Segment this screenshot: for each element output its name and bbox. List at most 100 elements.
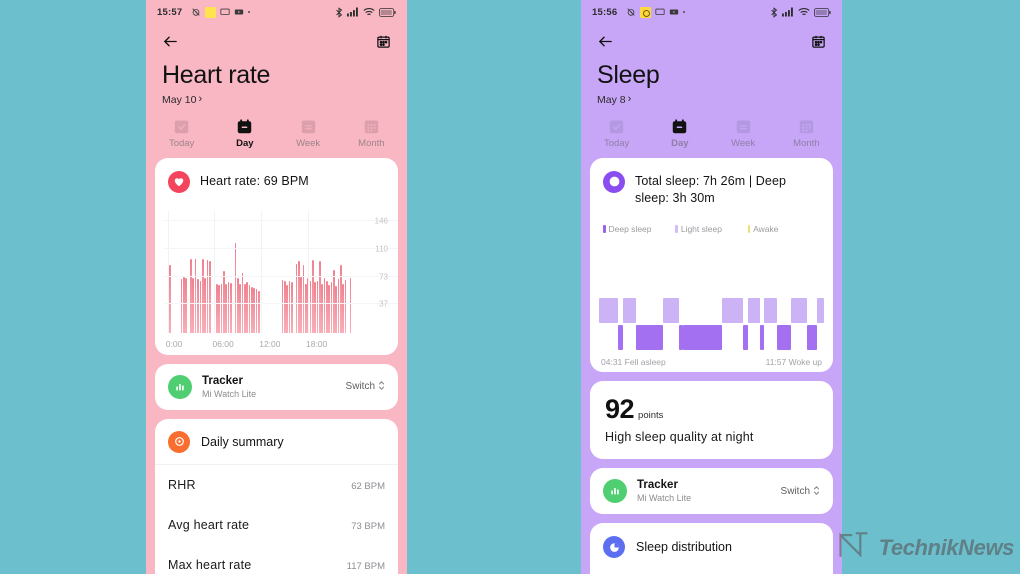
- chart-bar: [290, 282, 293, 333]
- status-time: 15:57: [157, 6, 183, 18]
- chart-bar: [349, 277, 352, 333]
- sleep-segment: [636, 325, 664, 350]
- calendar-month-icon: [363, 118, 380, 135]
- sleep-time-axis: 04:31 Fell asleep 11:57 Woke up: [601, 357, 822, 367]
- bar-chart-icon: [603, 479, 627, 503]
- sleep-distribution-bar-wrap: [590, 569, 833, 574]
- back-arrow-icon[interactable]: [162, 33, 179, 50]
- pie-chart-icon: [603, 536, 625, 558]
- tab-month[interactable]: Month: [340, 118, 403, 149]
- tab-week[interactable]: Week: [712, 118, 775, 149]
- sleep-segment: [791, 298, 808, 323]
- summary-row-label: Max heart rate: [168, 557, 252, 572]
- bar-chart-icon: [168, 374, 192, 399]
- grid-line-horizontal: [164, 275, 398, 277]
- tab-month-label: Month: [358, 137, 385, 149]
- sleep-segment: [807, 325, 818, 350]
- sleep-segment: [721, 298, 743, 323]
- legend-label: Deep sleep: [608, 224, 652, 234]
- fell-asleep-label: 04:31 Fell asleep: [601, 357, 666, 367]
- chart-bar: [286, 285, 288, 333]
- sleep-score-number: 92: [605, 394, 635, 424]
- tab-month[interactable]: Month: [775, 118, 838, 149]
- video-icon: [669, 7, 679, 17]
- tab-day[interactable]: Day: [648, 118, 711, 149]
- sleep-segment: [764, 298, 777, 323]
- sleep-total-text: Total sleep: 7h 26m | Deep sleep: 3h 30m: [635, 173, 787, 206]
- tab-month-label: Month: [793, 137, 820, 149]
- status-bar-left-sleep: 15:56: [592, 6, 770, 18]
- tab-week[interactable]: Week: [277, 118, 340, 149]
- alarm-off-icon: [191, 7, 201, 17]
- calendar-icon[interactable]: [376, 34, 391, 49]
- content-sleep: Total sleep: 7h 26m | Deep sleep: 3h 30m…: [581, 157, 842, 574]
- sleep-segment: [743, 325, 748, 350]
- tracker-device: Mi Watch Lite: [202, 388, 257, 399]
- page-title: Sleep: [597, 61, 660, 89]
- sleep-segment: [747, 298, 760, 323]
- legend-swatch: [675, 225, 678, 233]
- grid-line-vertical: [261, 210, 263, 333]
- sleep-card: Total sleep: 7h 26m | Deep sleep: 3h 30m…: [590, 157, 833, 372]
- heart-rate-bars: [164, 211, 352, 333]
- grid-line-horizontal: [164, 303, 398, 305]
- tab-week-label: Week: [296, 137, 321, 149]
- chart-bar: [239, 283, 241, 333]
- status-time-sleep: 15:56: [592, 6, 618, 18]
- yellow-chip-icon: [640, 6, 652, 18]
- grid-line-horizontal: [164, 220, 398, 222]
- wifi-icon: [363, 7, 375, 17]
- sleep-segment: [759, 325, 765, 350]
- tab-day-label: Day: [671, 137, 689, 149]
- watermark: TechnikNews: [836, 527, 1014, 568]
- back-arrow-icon[interactable]: [597, 33, 614, 50]
- header-sleep: Sleep May 8 ›: [581, 24, 842, 108]
- y-axis-tick: 73: [379, 272, 388, 282]
- tracker-switch-button[interactable]: Switch: [781, 485, 820, 498]
- sleep-distribution-card: Sleep distribution: [590, 523, 833, 574]
- heart-rate-x-axis: 0:00 06:00 12:00 18:00: [164, 339, 351, 351]
- summary-row-value: 117 BPM: [346, 560, 385, 572]
- daily-summary-head: Daily summary: [155, 419, 398, 465]
- tab-today[interactable]: Today: [585, 118, 648, 149]
- tabs-heart: Today Day Week Month: [146, 118, 407, 149]
- up-down-chevron-icon: [378, 380, 385, 393]
- sleep-legend: Deep sleep Light sleep Awake: [590, 220, 833, 234]
- tracker-card-sleep[interactable]: Tracker Mi Watch Lite Switch: [590, 468, 833, 514]
- sleep-segment: [622, 298, 637, 323]
- chart-bar: [206, 260, 209, 333]
- date-selector[interactable]: May 8 ›: [597, 94, 631, 106]
- grid-line-vertical: [214, 210, 216, 333]
- legend-item: Awake: [747, 224, 820, 234]
- target-icon: [168, 430, 190, 453]
- header-heart: Heart rate May 10 ›: [146, 24, 407, 108]
- calendar-icon[interactable]: [811, 34, 826, 49]
- tab-week-label: Week: [731, 137, 756, 149]
- sleep-stage-bars: [599, 298, 824, 350]
- summary-row-value: 62 BPM: [351, 480, 385, 492]
- screen-icon: [655, 7, 665, 17]
- status-bar-right-sleep: [770, 6, 831, 18]
- chart-bar: [300, 276, 302, 333]
- x-axis-tick: 12:00: [259, 338, 281, 349]
- chevron-right-icon: ›: [627, 93, 632, 105]
- chart-bar: [199, 281, 202, 333]
- tracker-card-heart[interactable]: Tracker Mi Watch Lite Switch: [155, 363, 398, 410]
- sleep-score-unit: points: [638, 410, 664, 421]
- tab-today[interactable]: Today: [150, 118, 213, 149]
- grid-line-vertical: [307, 210, 309, 333]
- sleep-segment: [618, 325, 623, 350]
- date-selector[interactable]: May 10 ›: [162, 94, 202, 106]
- tabs-sleep: Today Day Week Month: [581, 118, 842, 149]
- chart-bar: [225, 284, 227, 333]
- tracker-switch-button[interactable]: Switch: [346, 380, 385, 393]
- signal-icon: [782, 7, 794, 17]
- video-icon: [234, 7, 244, 17]
- tracker-switch-label: Switch: [780, 485, 810, 497]
- chart-bar: [185, 278, 188, 333]
- page-title: Heart rate: [162, 61, 271, 89]
- y-axis-tick: 37: [379, 299, 388, 309]
- sleep-segment: [776, 325, 792, 350]
- tab-day[interactable]: Day: [213, 118, 276, 149]
- heart-rate-value-text: Heart rate: 69 BPM: [200, 173, 309, 188]
